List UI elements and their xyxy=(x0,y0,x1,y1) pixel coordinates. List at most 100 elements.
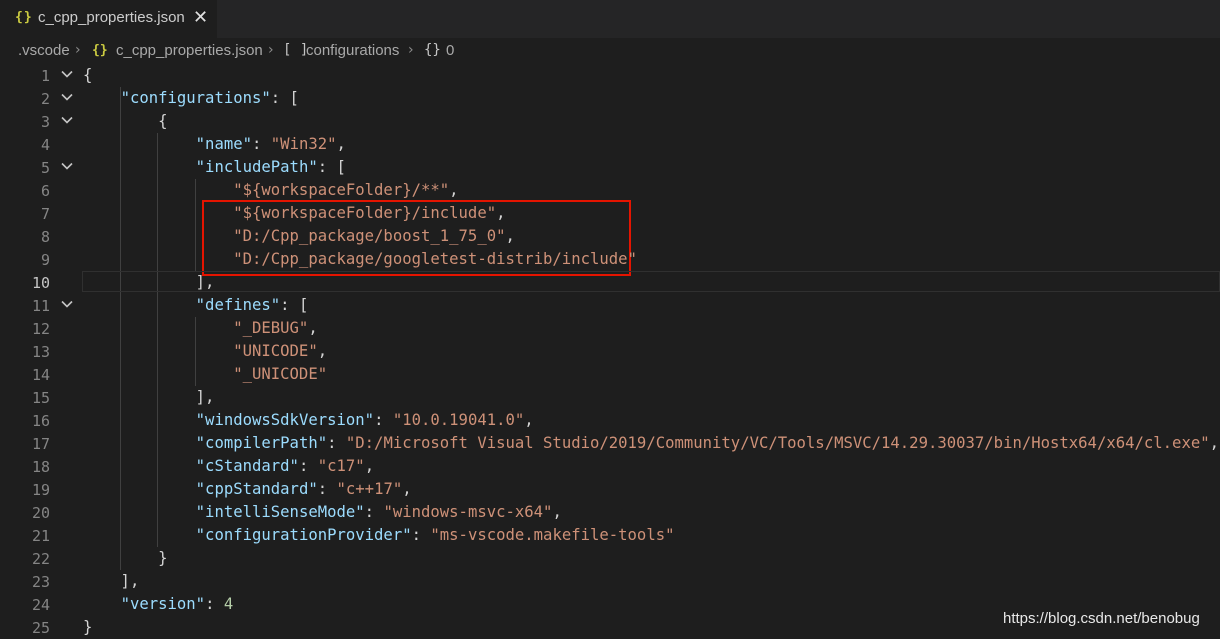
code-line[interactable]: 7 "${workspaceFolder}/include", xyxy=(0,202,1220,225)
code-line[interactable]: 17 "compilerPath": "D:/Microsoft Visual … xyxy=(0,432,1220,455)
code-line[interactable]: 3 { xyxy=(0,110,1220,133)
json-punctuation xyxy=(83,135,196,153)
breadcrumb-file[interactable]: c_cpp_properties.json xyxy=(116,42,263,59)
code-line[interactable]: 11 "defines": [ xyxy=(0,294,1220,317)
code-text: "cStandard": "c17", xyxy=(83,457,374,475)
json-punctuation: , xyxy=(336,135,346,153)
chevron-down-icon[interactable] xyxy=(60,90,76,106)
json-file-icon: {} xyxy=(92,43,108,58)
code-line[interactable]: 10 ], xyxy=(0,271,1220,294)
tab-c-cpp-properties[interactable]: {} c_cpp_properties.json ✕ xyxy=(0,0,217,38)
code-text: "configurationProvider": "ms-vscode.make… xyxy=(83,526,675,544)
json-punctuation: : xyxy=(411,526,431,544)
code-editor[interactable]: 1{2 "configurations": [3 {4 "name": "Win… xyxy=(0,64,1220,639)
json-punctuation: : xyxy=(374,411,393,429)
code-line[interactable]: 22 } xyxy=(0,547,1220,570)
json-key: "cppStandard" xyxy=(195,480,318,498)
code-line[interactable]: 12 "_DEBUG", xyxy=(0,317,1220,340)
chevron-down-icon[interactable] xyxy=(60,113,76,129)
json-number: 4 xyxy=(223,595,234,613)
json-punctuation: : xyxy=(205,595,224,613)
code-line[interactable]: 2 "configurations": [ xyxy=(0,87,1220,110)
line-number: 10 xyxy=(31,274,50,292)
json-string: "D:/Cpp_package/googletest-distrib/inclu… xyxy=(233,250,637,268)
code-line[interactable]: 5 "includePath": [ xyxy=(0,156,1220,179)
watermark: https://blog.csdn.net/benobug xyxy=(1003,610,1200,627)
code-line[interactable]: 8 "D:/Cpp_package/boost_1_75_0", xyxy=(0,225,1220,248)
code-text: "UNICODE", xyxy=(83,342,327,360)
json-string: "windows-msvc-x64" xyxy=(383,503,553,521)
json-punctuation: : [ xyxy=(270,89,299,107)
chevron-down-icon[interactable] xyxy=(60,67,76,83)
code-line[interactable]: 9 "D:/Cpp_package/googletest-distrib/inc… xyxy=(0,248,1220,271)
json-string: "ms-vscode.makefile-tools" xyxy=(430,526,675,544)
code-line[interactable]: 20 "intelliSenseMode": "windows-msvc-x64… xyxy=(0,501,1220,524)
breadcrumb-configurations[interactable]: configurations xyxy=(306,42,399,59)
code-line[interactable]: 1{ xyxy=(0,64,1220,87)
code-line[interactable]: 16 "windowsSdkVersion": "10.0.19041.0", xyxy=(0,409,1220,432)
json-punctuation: , xyxy=(364,457,375,475)
json-punctuation: , xyxy=(308,319,318,337)
chevron-down-icon[interactable] xyxy=(60,159,76,175)
json-string: "10.0.19041.0" xyxy=(392,411,525,429)
breadcrumb-vscode[interactable]: .vscode xyxy=(18,42,70,59)
tab-bar: {} c_cpp_properties.json ✕ xyxy=(0,0,1220,38)
json-string: "c17" xyxy=(317,457,365,475)
json-punctuation xyxy=(83,158,196,176)
json-string: "Win32" xyxy=(270,135,337,153)
json-punctuation: } xyxy=(83,549,168,567)
code-line[interactable]: 23 ], xyxy=(0,570,1220,593)
line-number: 17 xyxy=(31,435,50,453)
json-punctuation xyxy=(83,181,233,199)
json-punctuation xyxy=(83,595,121,613)
line-number: 1 xyxy=(40,67,50,85)
code-text: "name": "Win32", xyxy=(83,135,346,153)
current-line-highlight xyxy=(82,271,1220,292)
line-number: 14 xyxy=(31,366,50,384)
line-number: 18 xyxy=(31,458,50,476)
code-text: "defines": [ xyxy=(83,296,309,314)
code-line[interactable]: 6 "${workspaceFolder}/**", xyxy=(0,179,1220,202)
line-number: 4 xyxy=(40,136,50,154)
line-number: 5 xyxy=(40,159,50,177)
tab-title: c_cpp_properties.json xyxy=(38,9,185,26)
code-line[interactable]: 18 "cStandard": "c17", xyxy=(0,455,1220,478)
json-punctuation: ], xyxy=(83,273,215,291)
json-punctuation: { xyxy=(83,66,93,84)
chevron-down-icon[interactable] xyxy=(60,297,76,313)
code-line[interactable]: 13 "UNICODE", xyxy=(0,340,1220,363)
json-punctuation: : [ xyxy=(317,158,346,176)
json-string: "UNICODE" xyxy=(233,342,318,360)
json-punctuation xyxy=(83,250,233,268)
json-key: "defines" xyxy=(195,296,281,314)
code-text: "intelliSenseMode": "windows-msvc-x64", xyxy=(83,503,562,521)
code-line[interactable]: 21 "configurationProvider": "ms-vscode.m… xyxy=(0,524,1220,547)
json-punctuation: : xyxy=(252,135,271,153)
line-number: 2 xyxy=(40,90,50,108)
code-text: "D:/Cpp_package/boost_1_75_0", xyxy=(83,227,515,245)
code-line[interactable]: 15 ], xyxy=(0,386,1220,409)
code-text: "_DEBUG", xyxy=(83,319,318,337)
code-text: } xyxy=(83,618,92,636)
json-punctuation xyxy=(83,503,196,521)
json-punctuation: : [ xyxy=(280,296,309,314)
code-line[interactable]: 19 "cppStandard": "c++17", xyxy=(0,478,1220,501)
json-punctuation xyxy=(83,89,121,107)
json-punctuation xyxy=(83,365,233,383)
line-number: 11 xyxy=(31,297,50,315)
json-punctuation: : xyxy=(298,457,318,475)
code-line[interactable]: 14 "_UNICODE" xyxy=(0,363,1220,386)
json-file-icon: {} xyxy=(15,10,33,25)
code-line[interactable]: 4 "name": "Win32", xyxy=(0,133,1220,156)
line-number: 24 xyxy=(31,596,50,614)
json-punctuation: : xyxy=(317,480,337,498)
line-number: 19 xyxy=(31,481,50,499)
json-punctuation xyxy=(83,480,196,498)
line-number: 12 xyxy=(31,320,50,338)
close-icon[interactable]: ✕ xyxy=(193,7,208,28)
json-punctuation: , xyxy=(496,204,506,222)
json-key: "cStandard" xyxy=(195,457,299,475)
code-text: } xyxy=(83,549,168,567)
breadcrumb-index[interactable]: 0 xyxy=(446,42,454,59)
json-punctuation xyxy=(83,411,196,429)
